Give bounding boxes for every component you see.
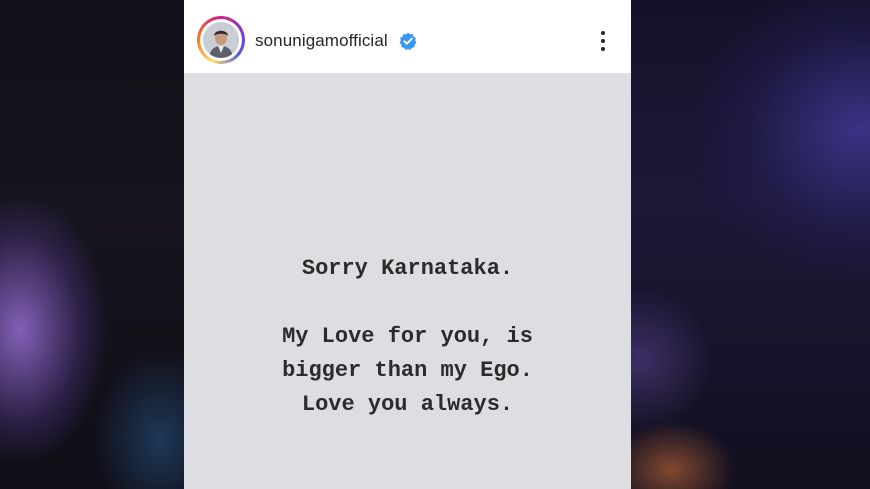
verified-badge-icon <box>399 32 417 50</box>
post-header: sonunigamofficial <box>184 0 631 74</box>
username[interactable]: sonunigamofficial <box>255 31 388 51</box>
blurred-background-left <box>0 0 184 489</box>
more-vertical-icon[interactable] <box>588 28 618 54</box>
instagram-story-post: sonunigamofficial Sorry Karnataka. My Lo… <box>184 0 631 489</box>
message-line: bigger than my Ego. <box>282 358 533 383</box>
story-text-canvas: Sorry Karnataka. My Love for you, is big… <box>184 74 631 489</box>
story-ring[interactable] <box>197 16 245 64</box>
screenshot: sonunigamofficial Sorry Karnataka. My Lo… <box>0 0 870 489</box>
message-line: Sorry Karnataka. <box>301 256 514 281</box>
message-line: Love you always. <box>301 392 514 417</box>
blurred-background-right <box>631 0 870 489</box>
message-line: My Love for you, is <box>282 324 533 349</box>
avatar[interactable] <box>203 22 239 58</box>
